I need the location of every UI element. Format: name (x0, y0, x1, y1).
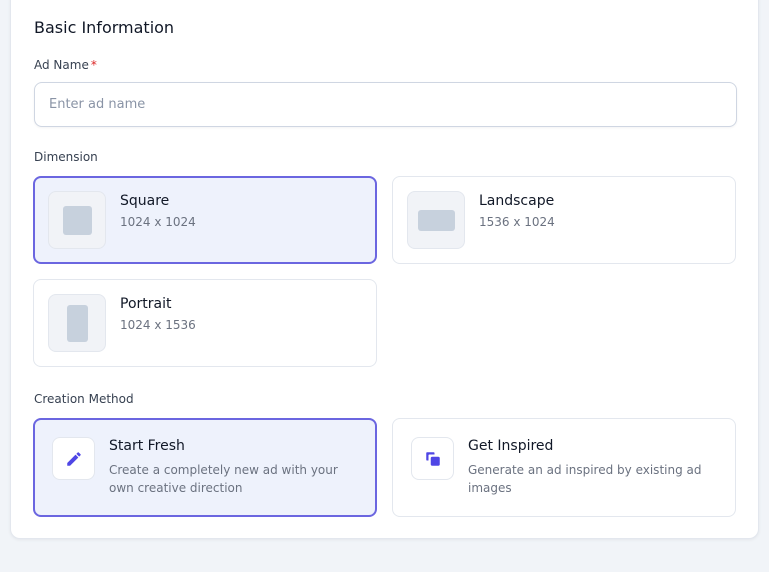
dimension-thumb (407, 191, 465, 249)
copy-icon (425, 451, 440, 466)
method-description: Create a completely new ad with your own… (109, 463, 338, 495)
creation-method-label: Creation Method (34, 392, 134, 406)
dimension-option-title: Portrait (120, 296, 172, 312)
dimension-thumb (48, 294, 106, 352)
basic-information-card: Basic Information Ad Name* Dimension Squ… (10, 0, 759, 539)
section-title: Basic Information (34, 18, 175, 37)
portrait-shape-icon (67, 305, 88, 342)
method-icon-box (52, 437, 95, 480)
dimension-option-size: 1024 x 1536 (120, 318, 196, 332)
method-icon-box (411, 437, 454, 480)
ad-name-input[interactable] (34, 82, 737, 127)
method-title: Get Inspired (468, 438, 554, 454)
creation-option-get-inspired[interactable]: Get Inspired Generate an ad inspired by … (392, 418, 736, 517)
dimension-option-landscape[interactable]: Landscape 1536 x 1024 (392, 176, 736, 264)
dimension-option-size: 1536 x 1024 (479, 215, 555, 229)
ad-name-label-text: Ad Name (34, 58, 89, 72)
dimension-option-title: Square (120, 193, 170, 209)
landscape-shape-icon (418, 210, 455, 231)
dimension-option-square[interactable]: Square 1024 x 1024 (33, 176, 377, 264)
required-marker: * (90, 58, 97, 72)
dimension-option-size: 1024 x 1024 (120, 215, 196, 229)
dimension-option-title: Landscape (479, 193, 555, 209)
dimension-option-portrait[interactable]: Portrait 1024 x 1536 (33, 279, 377, 367)
ad-name-label: Ad Name * (34, 57, 97, 73)
method-title: Start Fresh (109, 438, 185, 454)
creation-option-start-fresh[interactable]: Start Fresh Create a completely new ad w… (33, 418, 377, 517)
pencil-icon (66, 451, 81, 466)
square-shape-icon (63, 206, 92, 235)
method-description: Generate an ad inspired by existing ad i… (468, 463, 702, 495)
dimension-label: Dimension (34, 150, 98, 164)
dimension-thumb (48, 191, 106, 249)
